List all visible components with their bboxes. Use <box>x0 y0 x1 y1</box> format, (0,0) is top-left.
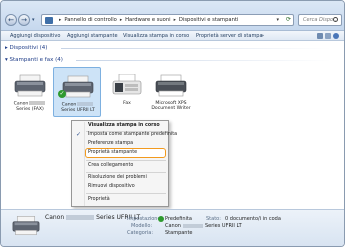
printer-label: Fax <box>123 101 131 106</box>
devices-divider <box>61 48 331 49</box>
address-dropdown-icon[interactable]: ▾ <box>276 15 279 25</box>
printer-tile-canon-fax[interactable]: Canon Series (FAX) <box>6 67 54 121</box>
breadcrumb-item[interactable]: Pannello di controllo <box>64 17 117 23</box>
print-server-properties-button[interactable]: Proprietà server di stampa <box>196 31 263 41</box>
address-bar[interactable]: ▸ Pannello di controllo ▸ Hardware e suoni ▸… <box>41 14 294 26</box>
breadcrumb-item[interactable]: Dispositivi e stampanti <box>179 17 238 23</box>
details-state-key: Impostazione: <box>127 216 163 222</box>
printer-icon <box>155 74 187 97</box>
fax-icon <box>112 74 142 95</box>
menu-item-properties[interactable]: Proprietà <box>88 196 110 204</box>
printers-group-header[interactable]: ▾ Stampanti e fax (4) <box>5 56 63 64</box>
printer-label: Canon Series (FAX) <box>13 101 46 112</box>
printer-label: Canon Series UFRII LT <box>61 102 95 113</box>
printer-icon <box>14 74 46 97</box>
printer-tile-canon-ufrii[interactable]: ✓ Canon Series UFRII LT <box>53 67 101 117</box>
printer-label: Microsoft XPS Document Writer <box>151 101 191 112</box>
menu-gutter <box>84 122 85 206</box>
context-menu: Visualizza stampa in corso ✓ Imposta com… <box>71 120 177 207</box>
details-category-value: Stampante <box>165 230 193 236</box>
menu-item-set-default[interactable]: Imposta come stampante predefinita <box>88 131 177 139</box>
menu-separator <box>86 172 166 173</box>
details-category-key: Categoria: <box>127 230 154 236</box>
menu-item-remove-device[interactable]: Rimuovi dispositivo <box>88 183 135 191</box>
more-commands-button[interactable]: » <box>261 31 264 41</box>
view-print-queue-button[interactable]: Visualizza stampa in corso <box>123 31 189 41</box>
printers-divider <box>76 60 331 61</box>
printers-group-label: Stampanti e fax (4) <box>9 57 63 63</box>
menu-item-print-preferences[interactable]: Preferenze stampa <box>88 140 133 148</box>
menu-item-view-print[interactable]: Visualizza stampa in corso <box>88 122 160 130</box>
devices-printers-window: ← → ▾ ▸ Pannello di controllo ▸ Hardware e … <box>0 0 345 247</box>
menu-item-troubleshoot[interactable]: Risoluzione dei problemi <box>88 174 147 182</box>
search-icon[interactable] <box>333 17 338 22</box>
details-printer-name: Canon Series UFRII LT <box>45 214 141 221</box>
title-address-bar: ← → ▾ ▸ Pannello di controllo ▸ Hardware e … <box>1 1 344 31</box>
checkmark-icon: ✓ <box>58 90 66 98</box>
add-device-button[interactable]: Aggiungi dispositivo <box>10 31 60 41</box>
view-options <box>317 33 339 39</box>
checkmark-icon: ✓ <box>76 131 82 138</box>
back-arrow-icon[interactable]: ← <box>5 14 17 26</box>
printer-icon <box>62 75 94 98</box>
search-input[interactable]: Cerca Dispo... <box>298 14 342 26</box>
details-model-value: Canon Series UFRII LT <box>165 223 242 229</box>
devices-group-header[interactable]: ▸ Dispositivi (4) <box>5 44 47 52</box>
command-bar: Aggiungi dispositivo Aggiungi stampante … <box>1 31 344 41</box>
printer-tile-fax[interactable]: Fax <box>103 67 151 121</box>
folder-icon <box>45 17 53 24</box>
menu-separator <box>86 193 166 194</box>
view-mode-icon[interactable] <box>317 33 323 39</box>
printer-icon <box>12 216 40 236</box>
history-dropdown-icon[interactable]: ▾ <box>32 17 35 23</box>
forward-arrow-icon[interactable]: → <box>18 14 30 26</box>
nav-buttons: ← → ▾ <box>5 14 39 26</box>
breadcrumb-separator-icon[interactable]: ▸ <box>171 18 179 23</box>
menu-item-create-shortcut[interactable]: Crea collegamento <box>88 162 133 170</box>
details-status-key: Stato: <box>206 216 221 222</box>
preview-pane-icon[interactable] <box>325 33 331 39</box>
refresh-icon[interactable]: ⟳ <box>286 15 291 25</box>
help-icon[interactable] <box>333 33 339 39</box>
menu-item-printer-properties[interactable]: Proprietà stampante <box>88 149 137 157</box>
breadcrumb-separator-icon[interactable]: ▸ <box>117 18 125 23</box>
devices-group-label: Dispositivi (4) <box>9 45 48 51</box>
details-pane: Canon Series UFRII LT Impostazione: Prede… <box>1 209 344 246</box>
add-printer-button[interactable]: Aggiungi stampante <box>67 31 118 41</box>
checkmark-icon <box>158 216 164 222</box>
details-model-key: Modello: <box>131 223 153 229</box>
menu-separator <box>86 160 166 161</box>
printer-tile-xps[interactable]: Microsoft XPS Document Writer <box>147 67 195 121</box>
breadcrumb-item[interactable]: Hardware e suoni <box>125 17 170 23</box>
details-status-value: 0 documento/i in coda <box>225 216 281 222</box>
details-state-value: Predefinita <box>165 216 192 222</box>
breadcrumb: ▸ Pannello di controllo ▸ Hardware e suoni ▸… <box>56 15 238 25</box>
